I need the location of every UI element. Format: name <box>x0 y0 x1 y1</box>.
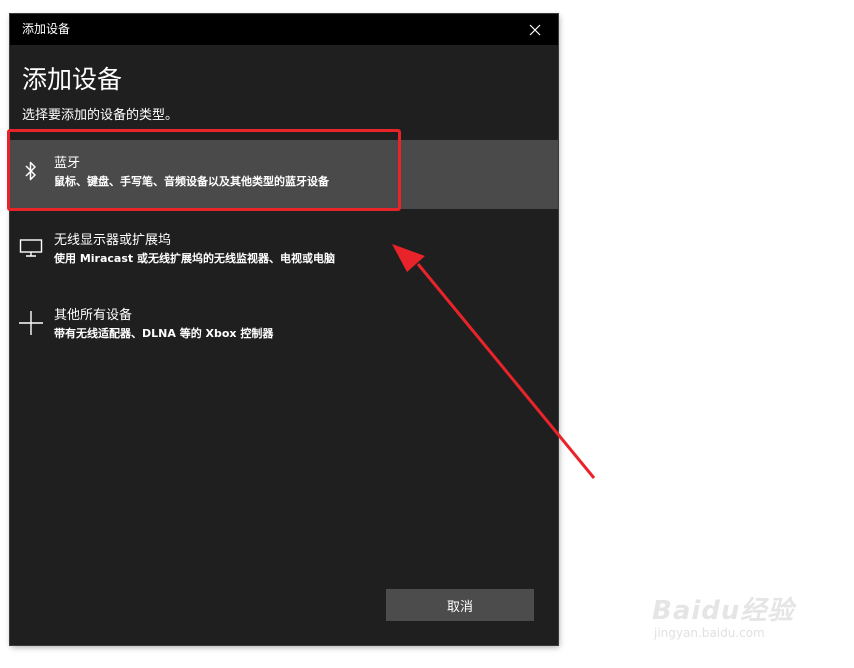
add-device-dialog: 添加设备 添加设备 选择要添加的设备的类型。 蓝牙 鼠标、键盘、手写笔、音频设备… <box>10 14 558 645</box>
plus-icon <box>18 310 44 336</box>
watermark-logo: Baidu经验 <box>652 596 795 626</box>
page-title: 添加设备 <box>22 65 123 94</box>
option-description: 使用 Miracast 或无线扩展坞的无线监视器、电视或电脑 <box>54 252 335 265</box>
annotation-highlight-box <box>7 129 401 211</box>
option-description: 带有无线适配器、DLNA 等的 Xbox 控制器 <box>54 327 274 340</box>
title-bar: 添加设备 <box>10 14 558 45</box>
option-everything-else[interactable]: 其他所有设备 带有无线适配器、DLNA 等的 Xbox 控制器 <box>10 292 558 361</box>
page-subtitle: 选择要添加的设备的类型。 <box>22 108 179 123</box>
option-wireless-display[interactable]: 无线显示器或扩展坞 使用 Miracast 或无线扩展坞的无线监视器、电视或电脑 <box>10 217 558 286</box>
baidu-watermark: Baidu经验 jingyan.baidu.com <box>652 580 822 650</box>
option-label: 其他所有设备 <box>54 308 133 323</box>
option-label: 无线显示器或扩展坞 <box>54 233 172 248</box>
monitor-icon <box>18 235 44 261</box>
window-title: 添加设备 <box>22 22 71 36</box>
close-button[interactable] <box>512 14 558 45</box>
close-icon <box>529 24 541 35</box>
watermark-url: jingyan.baidu.com <box>654 626 765 640</box>
cancel-button[interactable]: 取消 <box>386 589 534 621</box>
